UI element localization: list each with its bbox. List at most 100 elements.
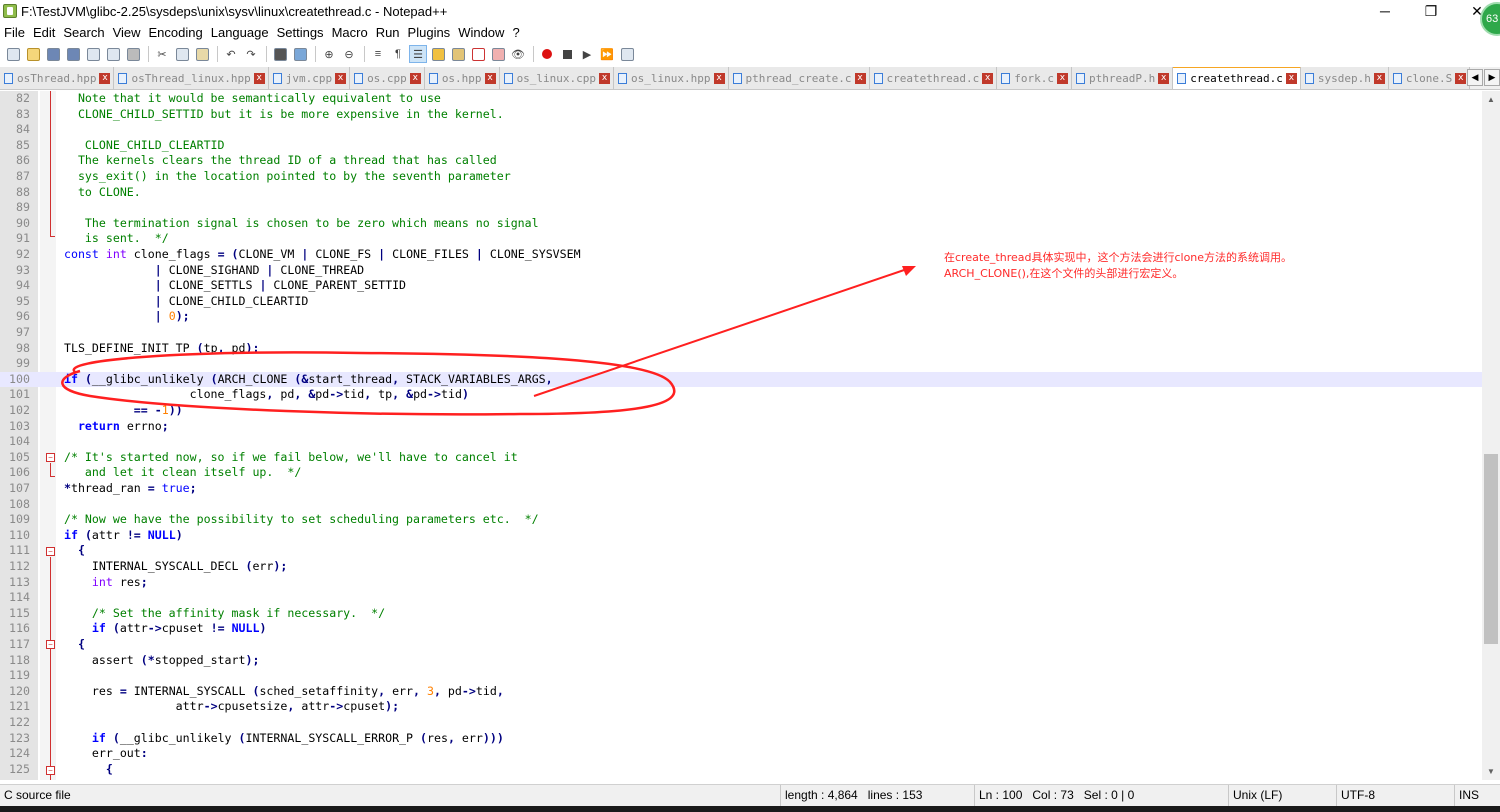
- menu-plugins[interactable]: Plugins: [404, 25, 455, 40]
- code-line[interactable]: 123 if (__glibc_unlikely (INTERNAL_SYSCA…: [0, 731, 1482, 747]
- tab-createthread-c[interactable]: createthread.c x: [869, 67, 998, 89]
- code-editor[interactable]: 82 Note that it would be semantically eq…: [0, 91, 1482, 780]
- maximize-button[interactable]: ❐: [1408, 0, 1454, 22]
- tab-fork-c[interactable]: fork.c x: [997, 67, 1072, 89]
- code-line[interactable]: 103 return errno;: [0, 419, 1482, 435]
- undo-icon[interactable]: ↶: [222, 45, 240, 63]
- close-tab-icon[interactable]: x: [1056, 72, 1068, 84]
- document-map-icon[interactable]: [449, 45, 467, 63]
- close-tab-icon[interactable]: x: [409, 72, 421, 84]
- code-line[interactable]: 112 INTERNAL_SYSCALL_DECL (err);: [0, 559, 1482, 575]
- code-line[interactable]: 109 /* Now we have the possibility to se…: [0, 512, 1482, 528]
- close-tab-icon[interactable]: x: [599, 72, 611, 84]
- code-line[interactable]: 90 The termination signal is chosen to b…: [0, 216, 1482, 232]
- tab-pthreadp-h[interactable]: pthreadP.h x: [1071, 67, 1174, 89]
- menu-encoding[interactable]: Encoding: [145, 25, 207, 40]
- menu-window[interactable]: Window: [454, 25, 508, 40]
- scroll-up-icon[interactable]: ▲: [1482, 91, 1500, 108]
- menu-help[interactable]: ?: [508, 25, 523, 40]
- tab-pthread-create-c[interactable]: pthread_create.c x: [728, 67, 870, 89]
- code-line[interactable]: 91 is sent. */: [0, 231, 1482, 247]
- open-file-icon[interactable]: [24, 45, 42, 63]
- user-language-icon[interactable]: [429, 45, 447, 63]
- menu-view[interactable]: View: [109, 25, 145, 40]
- tab-clone-s[interactable]: clone.S x: [1388, 67, 1471, 89]
- tab-scroll-left-icon[interactable]: ◀: [1467, 69, 1483, 86]
- redo-icon[interactable]: ↷: [242, 45, 260, 63]
- menu-language[interactable]: Language: [207, 25, 273, 40]
- code-line[interactable]: 107 *thread_ran = true;: [0, 481, 1482, 497]
- close-tab-icon[interactable]: x: [1455, 72, 1467, 84]
- code-line[interactable]: 89: [0, 200, 1482, 216]
- code-line[interactable]: 95 | CLONE_CHILD_CLEARTID: [0, 294, 1482, 310]
- code-line[interactable]: 101 clone_flags, pd, &pd->tid, tp, &pd->…: [0, 387, 1482, 403]
- code-line[interactable]: 105 /* It's started now, so if we fail b…: [0, 450, 1482, 466]
- close-tab-icon[interactable]: x: [1158, 72, 1170, 84]
- code-line[interactable]: 102 == -1)): [0, 403, 1482, 419]
- code-line[interactable]: 124 err_out:: [0, 746, 1482, 762]
- close-tab-icon[interactable]: x: [253, 72, 265, 84]
- indent-guide-icon[interactable]: ☰: [409, 45, 427, 63]
- tab-createthread-c-active[interactable]: createthread.c x: [1173, 67, 1301, 89]
- code-line[interactable]: 82 Note that it would be semantically eq…: [0, 91, 1482, 107]
- code-line[interactable]: 88 to CLONE.: [0, 185, 1482, 201]
- tab-scroll-right-icon[interactable]: ▶: [1484, 69, 1500, 86]
- find-icon[interactable]: [271, 45, 289, 63]
- code-line[interactable]: 110 if (attr != NULL): [0, 528, 1482, 544]
- zoom-in-icon[interactable]: ⊕: [320, 45, 338, 63]
- menu-search[interactable]: Search: [59, 25, 108, 40]
- fold-toggle-icon[interactable]: −: [46, 547, 55, 556]
- close-tab-icon[interactable]: x: [484, 72, 496, 84]
- code-line[interactable]: 114: [0, 590, 1482, 606]
- folder-as-workspace-icon[interactable]: [489, 45, 507, 63]
- run-macro-multiple-icon[interactable]: ⏩: [598, 45, 616, 63]
- save-macro-icon[interactable]: [618, 45, 636, 63]
- tab-os-hpp[interactable]: os.hpp x: [424, 67, 500, 89]
- close-tab-icon[interactable]: x: [335, 72, 347, 84]
- menu-run[interactable]: Run: [372, 25, 404, 40]
- monitoring-icon[interactable]: 👁: [509, 45, 527, 63]
- copy-icon[interactable]: [173, 45, 191, 63]
- code-line[interactable]: 98 TLS_DEFINE_INIT_TP (tp, pd);: [0, 341, 1482, 357]
- code-line[interactable]: 85 CLONE_CHILD_CLEARTID: [0, 138, 1482, 154]
- code-line[interactable]: 87 sys_exit() in the location pointed to…: [0, 169, 1482, 185]
- code-line[interactable]: 99: [0, 356, 1482, 372]
- menu-file[interactable]: File: [0, 25, 29, 40]
- code-line[interactable]: 97: [0, 325, 1482, 341]
- code-line[interactable]: 111 {: [0, 543, 1482, 559]
- code-line[interactable]: 117 {: [0, 637, 1482, 653]
- close-tab-icon[interactable]: x: [982, 72, 994, 84]
- code-line[interactable]: 113 int res;: [0, 575, 1482, 591]
- code-line[interactable]: 84: [0, 122, 1482, 138]
- code-line[interactable]: 108: [0, 497, 1482, 513]
- save-all-icon[interactable]: [64, 45, 82, 63]
- code-line[interactable]: 96 | 0);: [0, 309, 1482, 325]
- vertical-scrollbar[interactable]: ▲ ▼: [1482, 91, 1500, 780]
- tab-jvm-cpp[interactable]: jvm.cpp x: [268, 67, 351, 89]
- record-macro-icon[interactable]: [538, 45, 556, 63]
- tab-os-linux-cpp[interactable]: os_linux.cpp x: [499, 67, 615, 89]
- paste-icon[interactable]: [193, 45, 211, 63]
- status-encoding[interactable]: UTF-8: [1336, 785, 1454, 806]
- code-line[interactable]: 86 The kernels clears the thread ID of a…: [0, 153, 1482, 169]
- code-line[interactable]: 125 {: [0, 762, 1482, 778]
- code-line[interactable]: 122: [0, 715, 1482, 731]
- close-tab-icon[interactable]: x: [99, 72, 111, 84]
- fold-toggle-icon[interactable]: −: [46, 453, 55, 462]
- menu-macro[interactable]: Macro: [328, 25, 372, 40]
- close-file-icon[interactable]: [84, 45, 102, 63]
- close-tab-icon[interactable]: x: [854, 72, 866, 84]
- tab-os-cpp[interactable]: os.cpp x: [350, 67, 425, 89]
- scrollbar-thumb[interactable]: [1484, 454, 1498, 644]
- cut-icon[interactable]: ✂: [153, 45, 171, 63]
- status-eol[interactable]: Unix (LF): [1228, 785, 1336, 806]
- close-all-icon[interactable]: [104, 45, 122, 63]
- code-line[interactable]: 120 res = INTERNAL_SYSCALL (sched_setaff…: [0, 684, 1482, 700]
- code-line[interactable]: 104: [0, 434, 1482, 450]
- replace-icon[interactable]: [291, 45, 309, 63]
- code-line[interactable]: 100 if (__glibc_unlikely (ARCH_CLONE (&s…: [0, 371, 1482, 388]
- sync-scroll-icon[interactable]: ≡: [369, 45, 387, 63]
- stop-macro-icon[interactable]: [558, 45, 576, 63]
- fold-toggle-icon[interactable]: −: [46, 640, 55, 649]
- print-icon[interactable]: [124, 45, 142, 63]
